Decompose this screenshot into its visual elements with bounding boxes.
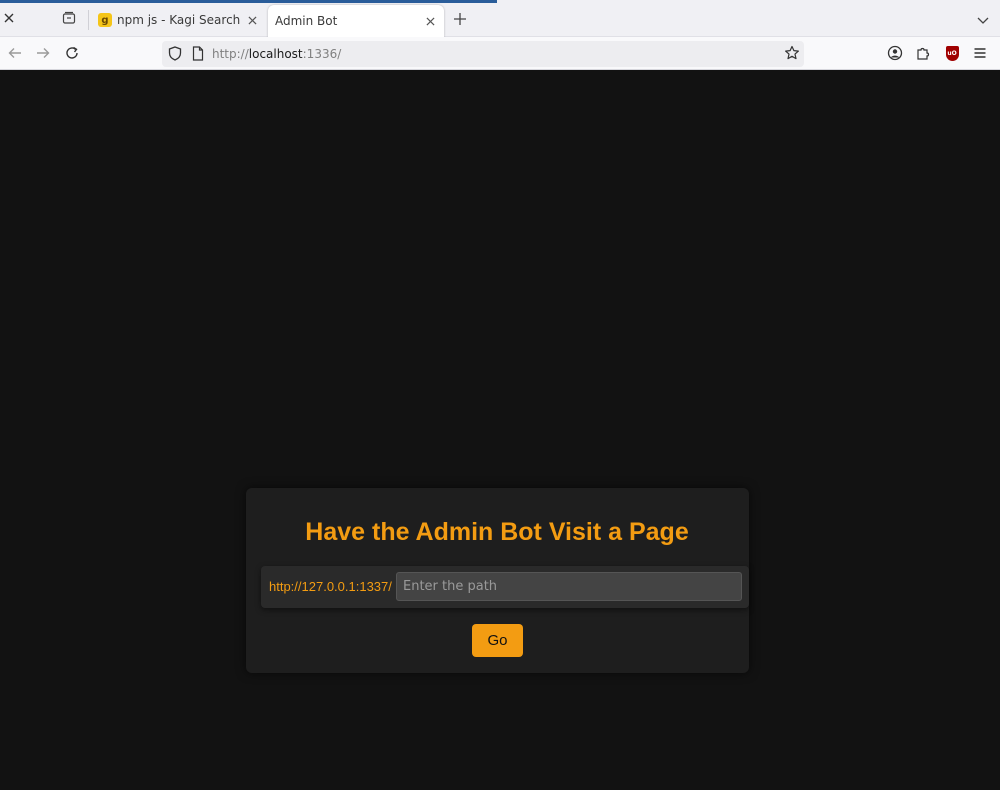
page-info-icon[interactable]: [192, 46, 204, 65]
extensions-puzzle-icon[interactable]: [914, 44, 932, 62]
chevron-down-icon[interactable]: [975, 12, 991, 28]
forward-arrow-icon[interactable]: [34, 44, 52, 62]
tab-separator: [88, 10, 89, 30]
reload-icon[interactable]: [63, 44, 81, 62]
tab-title: Admin Bot: [275, 14, 338, 28]
tab-partial[interactable]: [0, 4, 88, 36]
tab-bar: g npm js - Kagi Search Admin Bot: [0, 0, 1000, 37]
url-input-group: http://127.0.0.1:1337/: [261, 566, 749, 608]
go-button[interactable]: Go: [472, 624, 523, 657]
url-host: localhost: [248, 47, 303, 61]
shield-icon[interactable]: [168, 46, 182, 65]
kagi-favicon-icon: g: [98, 13, 112, 27]
path-input[interactable]: [396, 572, 742, 601]
account-icon[interactable]: [886, 44, 904, 62]
hamburger-menu-icon[interactable]: [971, 44, 989, 62]
close-icon[interactable]: [4, 12, 14, 26]
url-bar[interactable]: http://localhost:1336/: [162, 41, 804, 67]
window-accent-line: [0, 0, 497, 3]
url-prefix-label: http://127.0.0.1:1337/: [269, 579, 392, 594]
url-scheme: http://: [212, 47, 249, 61]
back-arrow-icon[interactable]: [6, 44, 24, 62]
ublock-origin-icon[interactable]: uO: [943, 44, 961, 62]
tab-close-icon[interactable]: [422, 13, 438, 29]
new-tab-plus-icon[interactable]: [452, 11, 468, 27]
url-text[interactable]: http://localhost:1336/: [212, 47, 341, 61]
tab-list-icon[interactable]: [62, 11, 76, 28]
url-rest: :1336/: [302, 47, 342, 61]
tab-close-icon[interactable]: [244, 12, 260, 28]
page-title: Have the Admin Bot Visit a Page: [305, 518, 689, 546]
tab-title: npm js - Kagi Search: [117, 13, 241, 27]
tab-admin-bot[interactable]: Admin Bot: [268, 5, 444, 37]
bookmark-star-icon[interactable]: [784, 45, 800, 65]
nav-toolbar: http://localhost:1336/ uO: [0, 37, 1000, 70]
tab-npm-kagi[interactable]: g npm js - Kagi Search: [90, 4, 266, 36]
